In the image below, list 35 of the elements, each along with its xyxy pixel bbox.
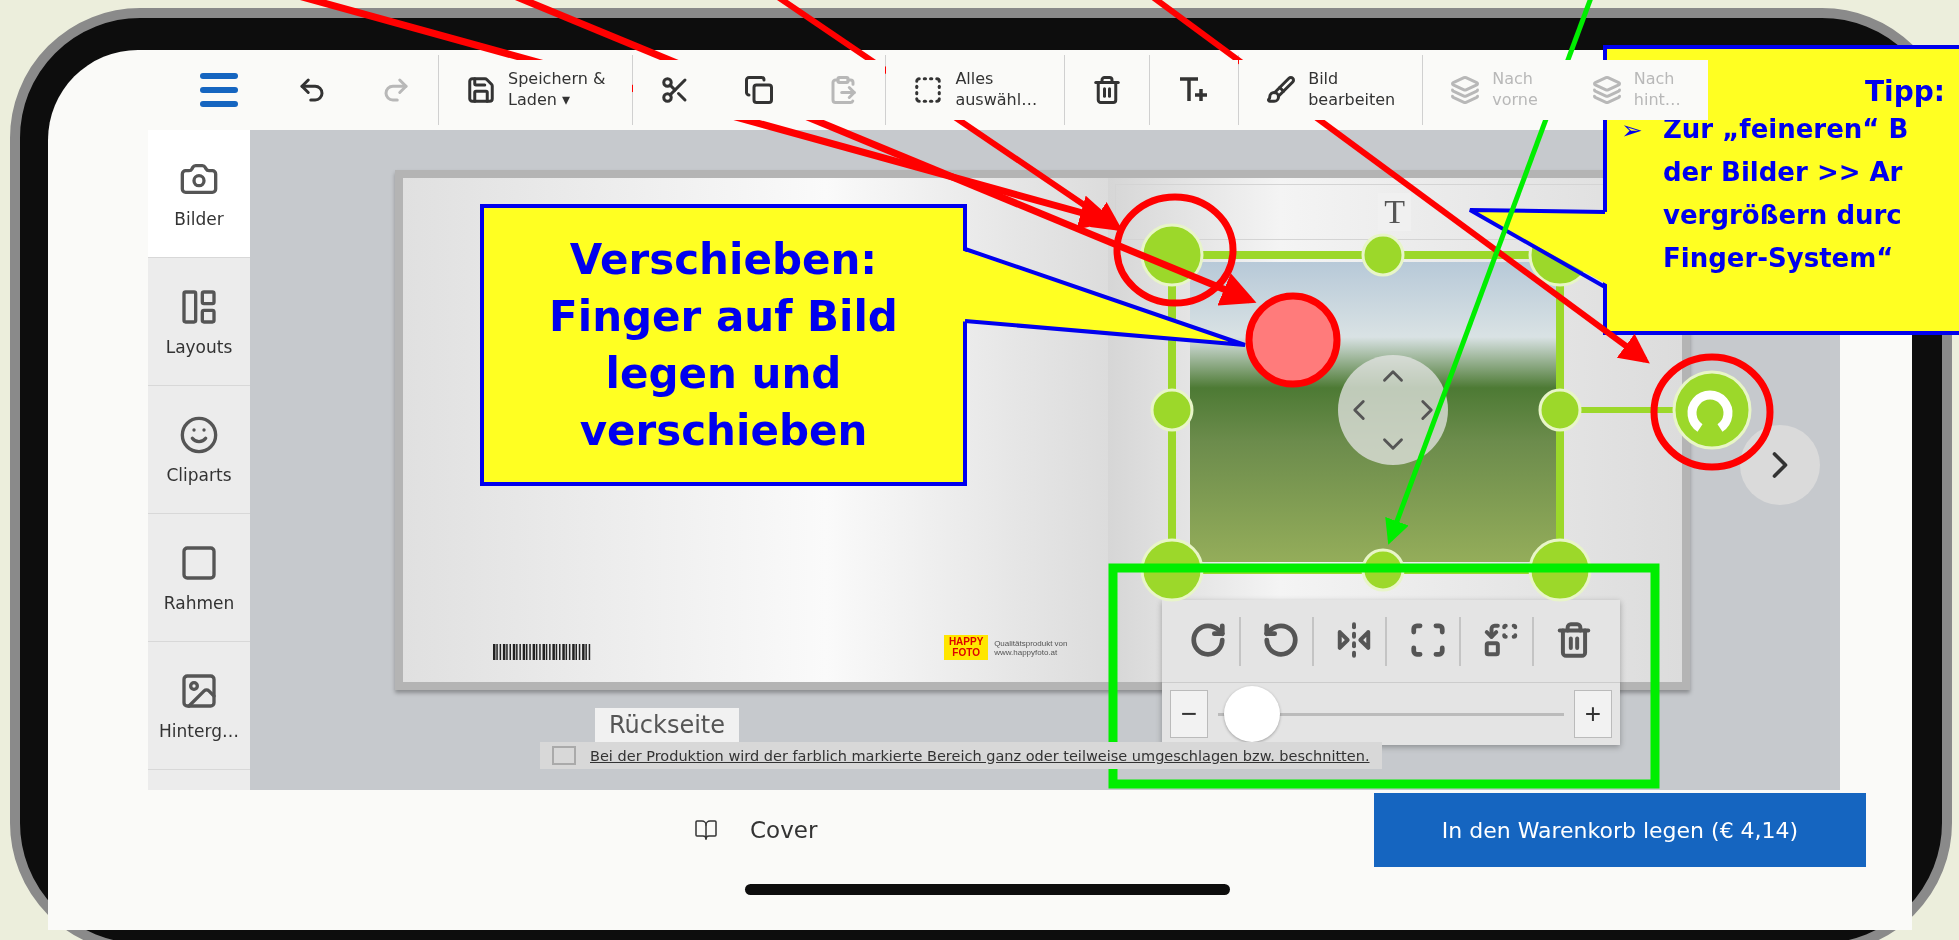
layers-icon [1591,75,1622,105]
barcode-icon [493,644,593,660]
rotate-left-icon [1262,620,1300,659]
fit-icon [1408,620,1447,659]
sidebar-tab[interactable]: Bilder [148,130,250,258]
resize-handle[interactable] [1528,538,1592,602]
book-icon [694,818,718,842]
notice-text: Bei der Produktion wird der farblich markierte Bereich ganz oder teilweise umgeschlagen bzw. beschnitten. [590,747,1370,764]
zoom-out-button[interactable]: − [1170,690,1208,738]
select-all-icon [913,75,944,105]
paste-icon [828,75,859,105]
resize-handle[interactable] [1140,538,1204,602]
resize-handle[interactable] [1538,388,1582,432]
copy-icon [744,75,775,105]
rotate-right-icon [1188,620,1227,659]
smiley-icon [179,414,219,455]
tip-title: Tipp: [1865,75,1945,108]
page-label[interactable]: Rückseite [595,708,739,742]
logo: HAPPY FOTO [944,635,989,660]
resize-handle[interactable] [1150,388,1194,432]
resize-handle[interactable] [1140,223,1204,287]
trash-icon [1092,75,1123,105]
logo-caption: Qualitätsprodukt von www.happyfoto.at [994,638,1068,657]
rotate-handle[interactable] [1672,370,1752,450]
checkbox[interactable] [552,746,576,765]
brush-icon [1266,75,1297,105]
resize-handle[interactable] [1361,233,1405,277]
cover-tab[interactable]: Cover [688,816,824,844]
add-to-cart-button[interactable]: In den Warenkorb legen (€ 4,14) [1374,793,1866,867]
save-icon [466,75,496,105]
slider-thumb[interactable] [1223,686,1280,742]
callout-text: Verschieben: Finger auf Bild legen und verschieben [549,234,898,457]
zoom-in-button[interactable]: + [1574,690,1612,738]
layers-icon [1450,75,1481,105]
resize-handle[interactable] [1361,548,1405,592]
